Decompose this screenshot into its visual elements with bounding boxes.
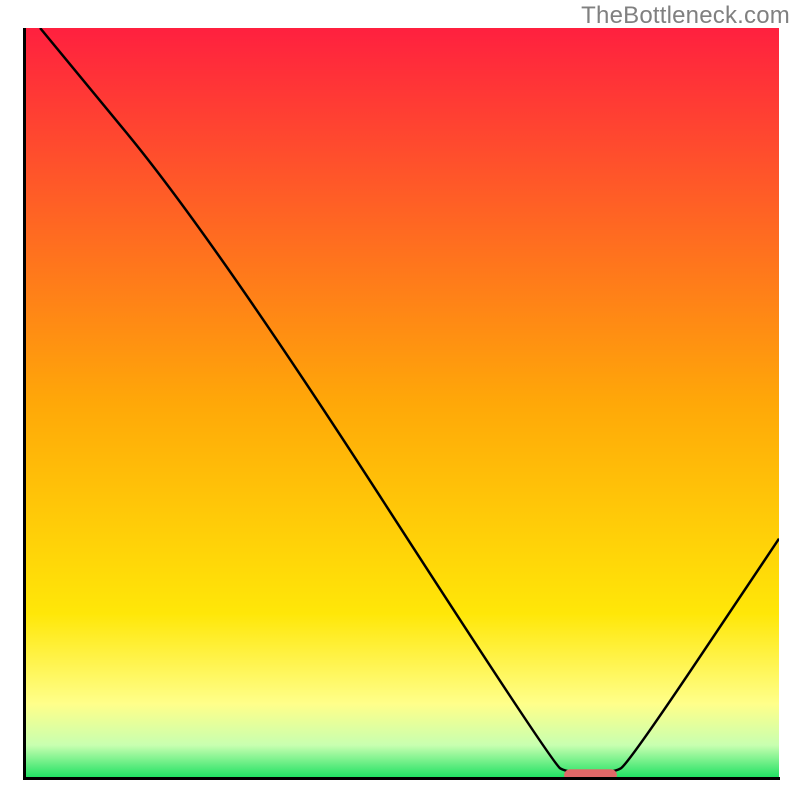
y-axis (23, 28, 26, 779)
background-gradient (25, 28, 779, 779)
chart-svg (25, 28, 779, 779)
chart-frame: TheBottleneck.com (0, 0, 800, 800)
watermark-text: TheBottleneck.com (581, 2, 790, 30)
x-axis (23, 777, 780, 780)
plot-area (25, 28, 779, 779)
